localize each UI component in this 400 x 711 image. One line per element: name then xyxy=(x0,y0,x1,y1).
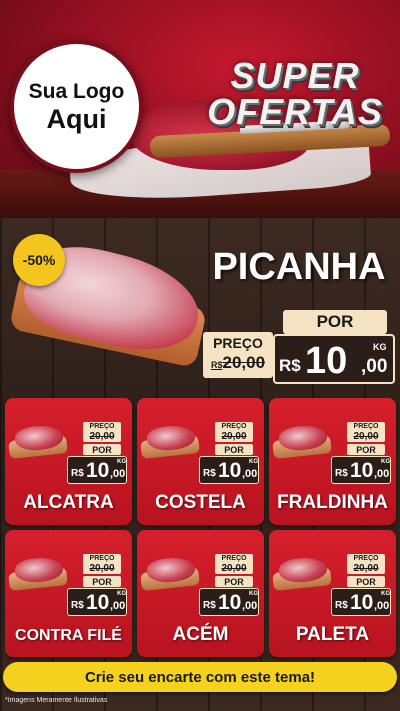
product-card[interactable]: PREÇO 20,00 POR R$ 10,00 KG ACÉM xyxy=(137,530,264,657)
new-price-box: R$ 10,00 KG xyxy=(331,588,391,616)
new-price-int: 10 xyxy=(305,340,348,382)
featured-old-price: R$20,00 xyxy=(203,353,273,373)
preco-label: PREÇO xyxy=(353,423,379,430)
product-card[interactable]: PREÇO 20,00 POR R$ 10,00 KG PALETA xyxy=(269,530,396,657)
featured-preco-label: PREÇO xyxy=(213,335,263,351)
product-name: COSTELA xyxy=(155,492,246,513)
disclaimer-text: *Imagens Meramente Ilustrativas xyxy=(5,697,108,704)
old-price-value: 20,00 xyxy=(222,353,266,372)
por-label: POR xyxy=(83,576,121,587)
featured-old-price-box: PREÇO R$20,00 xyxy=(203,332,273,378)
new-price-int: 10 xyxy=(218,591,242,614)
new-price-box: R$ 10,00 KG xyxy=(67,588,127,616)
new-price-box: R$ 10,00 KG xyxy=(199,456,259,484)
preco-label: PREÇO xyxy=(89,555,115,562)
featured-name: PICANHA xyxy=(212,246,386,288)
por-label: POR xyxy=(347,444,385,455)
old-price-box: PREÇO 20,00 xyxy=(83,422,121,442)
new-price-dec: ,00 xyxy=(242,600,258,612)
new-price-box: R$ 10,00 KG xyxy=(67,456,127,484)
old-price-box: PREÇO 20,00 xyxy=(347,554,385,574)
old-price-box: PREÇO 20,00 xyxy=(83,554,121,574)
new-price-int: 10 xyxy=(86,591,110,614)
currency: R$ xyxy=(71,468,84,479)
por-label: POR xyxy=(215,444,253,455)
logo-line1: Sua Logo xyxy=(28,80,125,103)
price-unit: KG xyxy=(249,591,258,597)
discount-badge: -50% xyxy=(13,234,65,286)
old-price: 20,00 xyxy=(89,563,115,574)
new-price-dec: ,00 xyxy=(374,600,390,612)
title-line1: SUPER xyxy=(230,55,360,96)
por-label: POR xyxy=(347,576,385,587)
product-name: PALETA xyxy=(295,624,370,645)
old-price-box: PREÇO 20,00 xyxy=(215,422,253,442)
super-ofertas-title: SUPER OFERTAS xyxy=(195,58,395,130)
product-name: FRALDINHA xyxy=(277,492,388,513)
product-card[interactable]: PREÇO 20,00 POR R$ 10,00 KG FRALDINHA xyxy=(269,398,396,525)
old-price: 20,00 xyxy=(89,431,115,442)
product-name: ALCATRA xyxy=(23,492,114,513)
product-name: CONTRA FILÉ xyxy=(15,627,122,644)
old-price-box: PREÇO 20,00 xyxy=(347,422,385,442)
por-label: POR xyxy=(83,444,121,455)
new-price-int: 10 xyxy=(218,459,242,482)
preco-label: PREÇO xyxy=(221,423,247,430)
old-price: 20,00 xyxy=(353,563,379,574)
featured-por-label: POR xyxy=(283,310,387,334)
new-price-int: 10 xyxy=(350,459,374,482)
price-unit: KG xyxy=(373,342,387,352)
price-unit: KG xyxy=(249,459,258,465)
price-unit: KG xyxy=(117,459,126,465)
logo-placeholder: Sua Logo Aqui xyxy=(10,40,143,173)
new-price-dec: ,00 xyxy=(374,468,390,480)
product-card[interactable]: PREÇO 20,00 POR R$ 10,00 KG COSTELA xyxy=(137,398,264,525)
preco-label: PREÇO xyxy=(353,555,379,562)
logo-line2: Aqui xyxy=(46,104,107,134)
old-price-box: PREÇO 20,00 xyxy=(215,554,253,574)
old-currency: R$ xyxy=(210,360,223,370)
featured-product[interactable]: -50% PICANHA POR PREÇO R$20,00 R$ 10 ,00… xyxy=(5,224,397,396)
new-price-dec: ,00 xyxy=(110,600,126,612)
price-unit: KG xyxy=(381,591,390,597)
currency: R$ xyxy=(71,600,84,611)
new-price-int: 10 xyxy=(86,459,110,482)
preco-label: PREÇO xyxy=(89,423,115,430)
product-name: ACÉM xyxy=(172,624,229,645)
currency: R$ xyxy=(335,468,348,479)
old-price: 20,00 xyxy=(221,431,247,442)
new-price-dec: ,00 xyxy=(242,468,258,480)
header-banner: Sua Logo Aqui SUPER OFERTAS xyxy=(0,0,400,218)
preco-label: PREÇO xyxy=(221,555,247,562)
price-unit: KG xyxy=(381,459,390,465)
new-price-box: R$ 10,00 KG xyxy=(199,588,259,616)
currency: R$ xyxy=(203,600,216,611)
cta-button[interactable]: Crie seu encarte com este tema! xyxy=(3,662,397,692)
currency: R$ xyxy=(203,468,216,479)
old-price: 20,00 xyxy=(353,431,379,442)
product-card[interactable]: PREÇO 20,00 POR R$ 10,00 KG CONTRA FILÉ xyxy=(5,530,132,657)
featured-new-price-box: R$ 10 ,00 KG xyxy=(273,334,395,384)
por-label: POR xyxy=(215,576,253,587)
new-price-int: 10 xyxy=(350,591,374,614)
product-card[interactable]: PREÇO 20,00 POR R$ 10,00 KG ALCATRA xyxy=(5,398,132,525)
title-line2: OFERTAS xyxy=(207,91,383,132)
currency: R$ xyxy=(335,600,348,611)
price-unit: KG xyxy=(117,591,126,597)
new-price-box: R$ 10,00 KG xyxy=(331,456,391,484)
new-price-dec: ,00 xyxy=(361,356,388,377)
new-currency: R$ xyxy=(279,356,301,375)
new-price-dec: ,00 xyxy=(110,468,126,480)
old-price: 20,00 xyxy=(221,563,247,574)
